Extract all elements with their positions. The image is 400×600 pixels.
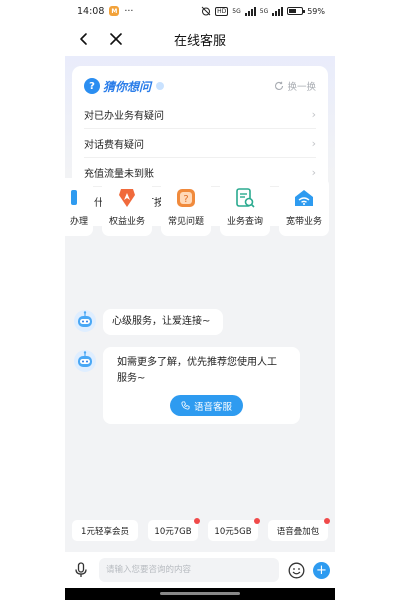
chip-label: 10元5GB — [214, 526, 252, 537]
nav-bar: 在线客服 — [65, 22, 335, 56]
bot-message-text: 如需更多了解，优先推荐您使用人工服务~ — [117, 357, 277, 384]
arrow-left-icon — [80, 33, 87, 45]
status-signal-2-label: 5G — [259, 7, 269, 15]
status-net-label: HD — [215, 6, 229, 16]
chevron-right-icon: › — [311, 165, 316, 179]
battery-level — [289, 9, 297, 13]
status-time: 14:08 — [77, 5, 105, 17]
message-input[interactable] — [99, 558, 279, 582]
question-item[interactable]: 对话费有疑问 › — [84, 129, 316, 158]
status-bar: 14:08 M ··· HD 5G 5G 59% — [65, 0, 335, 22]
battery-percent: 59% — [307, 6, 325, 16]
question-text: 对话费有疑问 — [84, 139, 144, 151]
medal-icon — [116, 187, 138, 209]
emoji-button[interactable] — [286, 560, 306, 580]
bot-message: 心级服务，让爱连接~ — [103, 309, 223, 335]
svg-text:?: ? — [183, 194, 188, 205]
voice-service-button[interactable]: 语音客服 — [170, 395, 243, 416]
chip-item[interactable]: 10元5GB — [208, 518, 260, 541]
chevron-right-icon: › — [311, 136, 316, 150]
question-bubble-icon: ? — [84, 78, 100, 94]
question-text: 对已办业务有疑问 — [84, 110, 164, 122]
voice-service-label: 语音客服 — [193, 401, 232, 413]
phone-icon — [181, 401, 190, 410]
chip-item[interactable]: 1元轻享会员 — [72, 520, 138, 541]
status-signal-1-label: 5G — [232, 7, 241, 15]
app-notification-icon: M — [109, 6, 120, 16]
wifi-router-icon — [293, 187, 315, 209]
chip-item[interactable]: 10元7GB — [148, 518, 200, 541]
battery-icon — [287, 7, 306, 15]
refresh-icon — [275, 81, 284, 90]
quick-item-label: 常见问题 — [167, 217, 204, 227]
new-badge-dot — [194, 518, 200, 524]
quick-item-query[interactable]: 业务查询 — [220, 178, 270, 236]
chip-item[interactable]: 语音叠加包 — [268, 518, 330, 541]
signal-icon — [244, 6, 256, 16]
suggestion-chips: 1元轻享会员 10元7GB 10元5GB 语音叠加包 — [65, 518, 335, 542]
chevron-right-icon: › — [311, 107, 316, 121]
bot-message-text: 心级服务，让爱连接~ — [112, 316, 211, 327]
new-badge-dot — [324, 518, 330, 524]
gesture-bar-area — [65, 588, 335, 600]
quick-item-label: 业务查询 — [226, 217, 263, 227]
plus-icon: + — [316, 562, 327, 578]
question-item[interactable]: 对已办业务有疑问 › — [84, 100, 316, 129]
microphone-button[interactable] — [71, 560, 91, 580]
quick-item-broadband[interactable]: 宽带业务 — [279, 178, 329, 236]
new-badge-dot — [254, 518, 260, 524]
status-dots: ··· — [124, 5, 134, 17]
emoji-icon — [288, 562, 304, 578]
guess-header: ? 猜你想问 — [84, 78, 165, 95]
microphone-icon — [75, 562, 87, 577]
question-icon: ? — [175, 187, 197, 209]
alarm-off-icon — [201, 6, 211, 16]
chip-label: 10元7GB — [154, 526, 192, 537]
quick-item-rights[interactable]: 权益业务 — [102, 178, 152, 236]
handle-icon — [65, 187, 79, 209]
quick-item-label: 权益业务 — [108, 217, 145, 227]
refresh-button[interactable]: 换一换 — [274, 79, 316, 93]
document-search-icon — [234, 187, 256, 209]
quick-item-faq[interactable]: ? 常见问题 — [161, 178, 211, 236]
chip-label: 语音叠加包 — [276, 526, 320, 537]
refresh-label: 换一换 — [287, 82, 316, 93]
phone-screen: 14:08 M ··· HD 5G 5G 59% 在线客服 ? 猜你想问 换一换… — [65, 0, 335, 600]
guess-title: 猜你想问 — [103, 79, 152, 94]
quick-item-label: 办理 — [69, 217, 88, 227]
bot-avatar — [73, 309, 97, 333]
bot-avatar — [73, 349, 97, 373]
guess-decoration — [156, 82, 165, 90]
home-indicator[interactable] — [160, 592, 240, 595]
robot-avatar-icon — [74, 350, 96, 372]
quick-item-label: 宽带业务 — [285, 217, 322, 227]
back-button[interactable] — [71, 26, 97, 52]
plus-button[interactable]: + — [313, 561, 330, 579]
robot-avatar-icon — [74, 310, 96, 332]
input-bar: + — [65, 552, 335, 588]
quick-item-handle[interactable]: 办理 — [65, 178, 93, 236]
signal-icon-2 — [272, 6, 284, 16]
chip-label: 1元轻享会员 — [81, 526, 129, 537]
close-icon — [110, 33, 122, 45]
quick-service-row: 办理 权益业务 ? 常见问题 业务查询 宽带业务 — [65, 178, 335, 238]
close-button[interactable] — [103, 26, 129, 52]
